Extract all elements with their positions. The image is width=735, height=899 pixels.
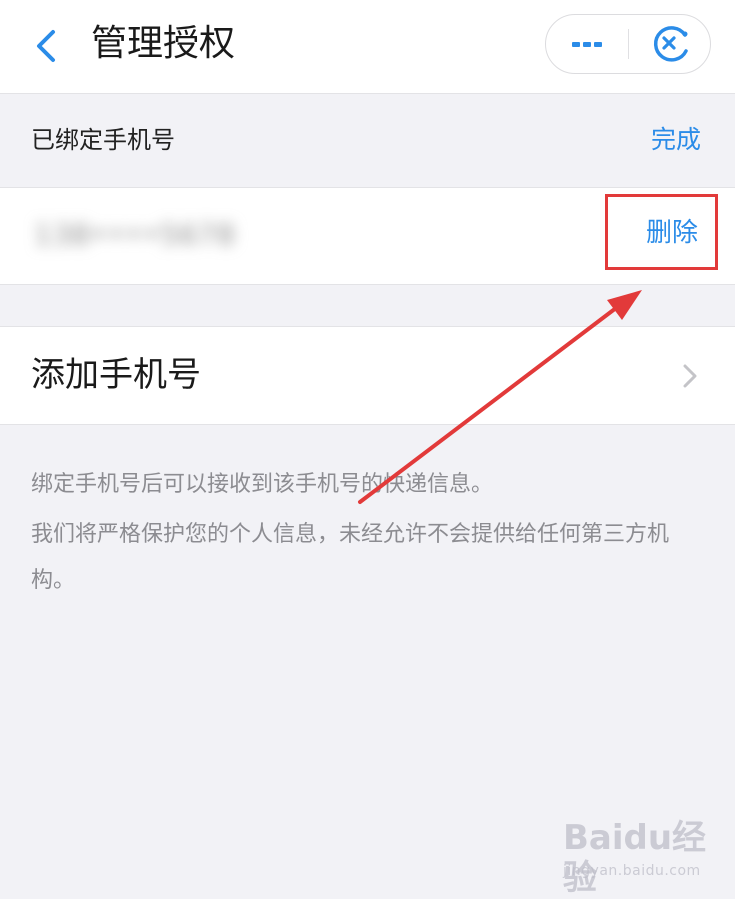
info-text: 绑定手机号后可以接收到该手机号的快递信息。 我们将严格保护您的个人信息，未经允许… (31, 462, 711, 608)
bound-phone-row: 138••••5678 删除 (0, 188, 735, 285)
delete-label: 删除 (646, 218, 699, 248)
phone-number: 138••••5678 (34, 218, 236, 251)
close-button[interactable] (630, 15, 710, 73)
capsule-divider (628, 29, 629, 59)
section-title: 已绑定手机号 (31, 126, 175, 154)
chevron-left-icon (37, 30, 55, 62)
page-title: 管理授权 (91, 23, 236, 64)
done-button[interactable]: 完成 (651, 124, 701, 156)
bound-phone-section-header: 已绑定手机号 完成 (0, 94, 735, 188)
watermark-brand: Baidu经验 (563, 818, 707, 898)
add-phone-row[interactable]: 添加手机号 (0, 326, 735, 425)
delete-button[interactable]: 删除 (605, 194, 718, 270)
watermark-url: jingyan.baidu.com (563, 863, 701, 879)
more-dots-icon (572, 42, 602, 47)
mini-program-capsule (545, 14, 711, 74)
back-button[interactable] (28, 24, 68, 68)
chevron-right-icon (683, 364, 697, 388)
watermark: Baidu经验 jingyan.baidu.com (563, 818, 713, 898)
add-phone-label: 添加手机号 (31, 355, 201, 395)
navigation-bar: 管理授权 (0, 0, 735, 94)
close-circle-icon (653, 26, 688, 62)
more-button[interactable] (546, 15, 628, 73)
info-line-1: 绑定手机号后可以接收到该手机号的快递信息。 (31, 472, 494, 497)
info-line-2: 我们将严格保护您的个人信息，未经允许不会提供给任何第三方机构。 (31, 522, 670, 593)
